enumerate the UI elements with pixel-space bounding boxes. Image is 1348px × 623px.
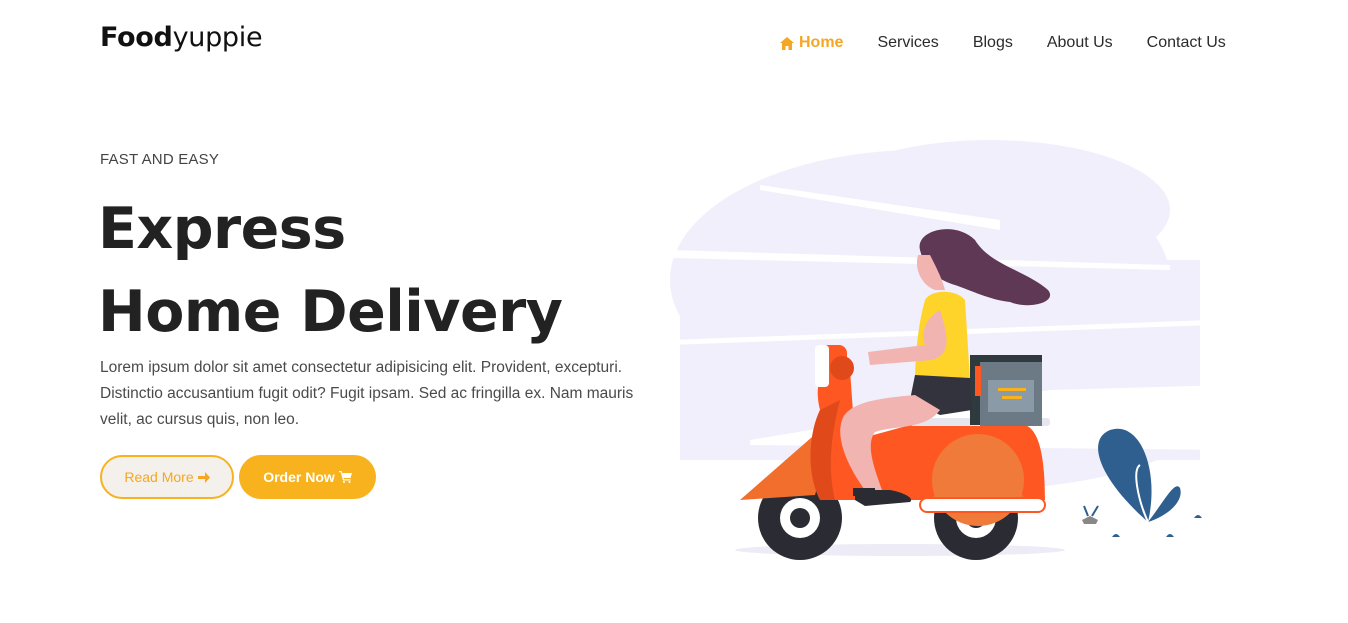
nav-item-about[interactable]: About Us — [1047, 34, 1113, 52]
delivery-box — [970, 355, 1042, 426]
hero-title-line-2: Home Delivery — [98, 279, 563, 345]
cart-icon — [338, 471, 352, 483]
brand-logo[interactable]: Foodyuppie — [100, 22, 263, 53]
brand-logo-light: yuppie — [172, 22, 263, 53]
nav-item-home[interactable]: Home — [780, 34, 843, 52]
read-more-button[interactable]: Read More — [100, 455, 234, 499]
order-now-button[interactable]: Order Now — [239, 455, 376, 499]
nav-item-about-label: About Us — [1046, 34, 1113, 51]
read-more-label: Read More — [124, 469, 194, 485]
nav-item-contact-label: Contact Us — [1146, 34, 1226, 51]
arrow-right-icon — [197, 471, 210, 483]
nav-item-contact[interactable]: Contact Us — [1147, 34, 1226, 52]
nav-item-services-label: Services — [877, 34, 939, 51]
brand-logo-bold: Food — [100, 22, 173, 53]
nav-item-blogs[interactable]: Blogs — [973, 34, 1013, 52]
home-icon — [780, 36, 794, 50]
hero-title-line-1: Express — [98, 196, 346, 262]
nav-item-services[interactable]: Services — [877, 34, 938, 52]
hero-title: Express Home Delivery — [98, 188, 563, 354]
main-nav: Home Services Blogs About Us Contact Us — [780, 34, 1260, 52]
hero-eyebrow: FAST AND EASY — [100, 151, 220, 168]
order-now-label: Order Now — [263, 469, 335, 485]
delivery-illustration — [670, 140, 1230, 560]
nav-item-blogs-label: Blogs — [972, 34, 1013, 51]
nav-item-home-label: Home — [799, 34, 844, 51]
hero-description: Lorem ipsum dolor sit amet consectetur a… — [100, 359, 634, 428]
